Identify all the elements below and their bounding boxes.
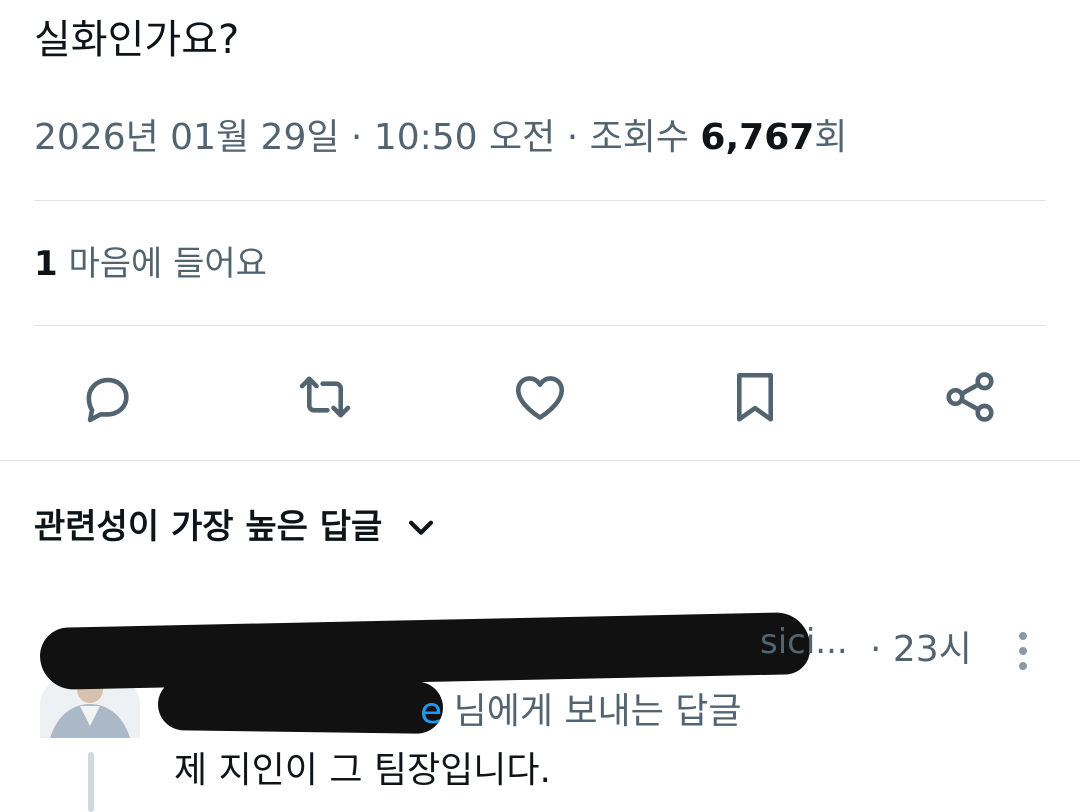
post-time[interactable]: 10:50 오전 <box>374 117 555 158</box>
redaction-mark <box>39 611 811 691</box>
post-meta: 2026년 01월 29일 · 10:50 오전 · 조회수 6,767회 <box>34 112 847 164</box>
more-vertical-icon <box>1019 632 1027 670</box>
likes-label: 마음에 들어요 <box>57 244 267 284</box>
views-label: 조회수 <box>589 117 701 158</box>
views-count: 6,767 <box>700 117 815 158</box>
reply-item[interactable]: sici... · 23시 e 님에게 보내는 답글 제 지인이 그 팀장입니다… <box>0 600 1080 812</box>
thread-line <box>88 752 94 812</box>
chevron-down-icon <box>409 520 434 535</box>
reply-text: 제 지인이 그 팀장입니다. <box>174 750 551 791</box>
heart-icon <box>515 376 565 420</box>
likes-summary[interactable]: 1 마음에 들어요 <box>34 240 267 288</box>
replying-to-label: 님에게 보내는 답글 <box>442 691 742 732</box>
replies-sort-label: 관련성이 가장 높은 답글 <box>34 507 383 547</box>
meta-separator: · <box>555 117 590 158</box>
divider <box>34 200 1046 201</box>
divider <box>34 325 1046 326</box>
reply-timestamp[interactable]: · 23시 <box>870 620 972 672</box>
repost-button[interactable] <box>290 362 360 432</box>
bookmark-button[interactable] <box>720 362 790 432</box>
share-button[interactable] <box>935 362 1005 432</box>
section-divider <box>0 460 1080 461</box>
replying-to-handle[interactable]: e <box>420 691 442 732</box>
repost-icon <box>299 376 351 418</box>
bookmark-icon <box>736 372 774 422</box>
likes-count: 1 <box>34 244 58 284</box>
like-button[interactable] <box>505 362 575 432</box>
post-date[interactable]: 2026년 01월 29일 <box>34 117 339 158</box>
reply-icon <box>86 377 129 423</box>
share-icon <box>946 372 994 422</box>
meta-separator: · <box>339 117 374 158</box>
reply-author-handle[interactable]: sici... <box>760 622 848 662</box>
replying-to: e 님에게 보내는 답글 <box>420 682 741 734</box>
redaction-mark <box>157 678 444 734</box>
replies-sort-dropdown[interactable]: 관련성이 가장 높은 답글 <box>34 502 438 552</box>
views-suffix: 회 <box>814 117 848 158</box>
post-text: 실화인가요? <box>34 17 240 63</box>
more-options-button[interactable] <box>1000 628 1046 674</box>
reply-button[interactable] <box>72 362 142 432</box>
